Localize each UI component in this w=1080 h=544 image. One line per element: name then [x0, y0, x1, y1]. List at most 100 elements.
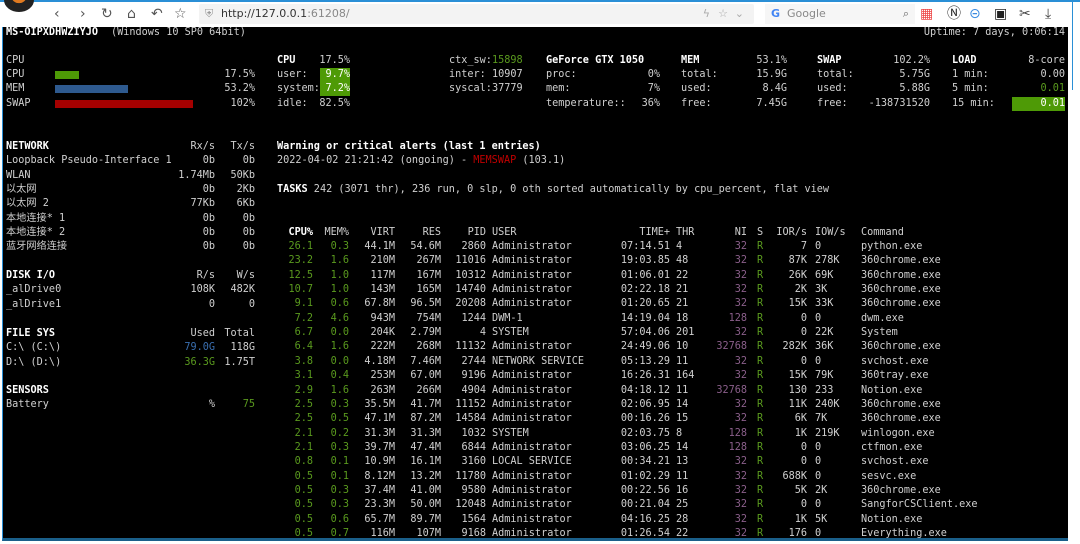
process-ior: 11K	[788, 398, 807, 410]
process-iow: 2K	[815, 484, 828, 496]
bookmark-star-icon[interactable]: ☆	[174, 5, 187, 23]
process-user: Administrator	[492, 470, 572, 482]
column-header-virt[interactable]: VIRT	[353, 227, 395, 239]
process-user: LOCAL SERVICE	[492, 456, 572, 468]
process-iow: 0	[815, 241, 822, 252]
process-user: Administrator	[492, 255, 572, 267]
alerts-title: Warning or critical alerts (last 1 entri…	[277, 141, 541, 152]
network-row-tx: 0b	[242, 241, 255, 253]
swap-percent: 102.2%	[893, 55, 930, 66]
process-res: 41.0M	[410, 484, 441, 496]
process-res: 41.7M	[410, 398, 441, 410]
network-row-rx: 0b	[202, 183, 215, 195]
home-icon[interactable]: ⌂	[127, 5, 136, 23]
fs-title: FILE SYS	[6, 328, 56, 339]
process-ni: 32	[734, 470, 747, 482]
inter-label: inter:	[449, 69, 486, 80]
process-ni: 32	[734, 413, 747, 425]
quicklook-title: CPU	[6, 55, 25, 66]
mem-used-label: used:	[681, 83, 712, 94]
process-ior: 0	[800, 312, 807, 324]
process-ni: 32	[734, 513, 747, 525]
process-iow: 36K	[815, 341, 834, 353]
apps-grid-icon[interactable]: ▦	[920, 5, 933, 23]
process-pid: 9196	[461, 370, 486, 382]
back-icon[interactable]: ‹	[54, 5, 60, 23]
process-ior: 176	[788, 528, 807, 539]
download-icon[interactable]: ⤓	[1045, 5, 1051, 23]
process-virt: 943M	[370, 312, 395, 324]
process-time: 03:06.25	[620, 441, 670, 453]
column-header-cmd[interactable]: Command	[861, 227, 1068, 239]
process-virt: 117M	[370, 269, 395, 281]
process-iow: 0	[815, 456, 822, 468]
process-ior: 1K	[794, 427, 807, 439]
lightning-icon[interactable]: ϟ	[703, 4, 710, 24]
process-time: 05:13.29	[620, 355, 670, 367]
cpu-user-value: 9.7%	[320, 68, 350, 82]
column-header-iow[interactable]: IOW/s	[815, 227, 855, 239]
column-header-pid[interactable]: PID	[443, 227, 486, 239]
minus-circle-icon[interactable]: ⊝	[969, 5, 981, 23]
process-time: 02:03.75	[620, 427, 670, 439]
process-iow: 0	[815, 470, 822, 482]
scissors-icon[interactable]: ✂	[1019, 5, 1031, 23]
search-box[interactable]: G Google ⌕	[765, 4, 915, 24]
network-row-name: 以太网	[6, 183, 37, 195]
process-time: 24:49.06	[620, 341, 670, 353]
column-header-cpu[interactable]: CPU%	[263, 227, 313, 239]
magnifier-icon[interactable]: ⌕	[903, 4, 909, 24]
process-virt: 37.4M	[364, 484, 395, 496]
process-res: 50.0M	[410, 499, 441, 511]
quicklook-label: SWAP	[6, 97, 31, 109]
process-res: 96.5M	[410, 298, 441, 310]
browser-logo[interactable]	[4, 0, 34, 12]
address-bar[interactable]: ⛨ http://127.0.0.1:61208/ ϟ ☆ ⌄	[199, 4, 754, 24]
process-ior: 2K	[794, 284, 807, 296]
swap-used-label: used:	[817, 83, 848, 94]
process-cpu: 12.5	[288, 269, 313, 281]
process-time: 57:04.06	[620, 327, 670, 339]
os-info: (Windows 10 SP0 64bit)	[111, 27, 246, 38]
process-mem: 1.6	[330, 255, 349, 267]
process-ni: 32	[734, 284, 747, 296]
column-header-ni[interactable]: NI	[703, 227, 747, 239]
process-cmd: 360chrome.exe	[861, 398, 941, 410]
swap-free-value: -138731520	[868, 98, 930, 109]
process-virt: 253M	[370, 370, 395, 382]
process-ni: 32768	[716, 341, 747, 353]
process-mem: 0.6	[330, 298, 349, 310]
swap-title: SWAP	[817, 55, 842, 66]
network-row-rx: 0b	[202, 226, 215, 238]
undo-icon[interactable]: ↶	[151, 5, 163, 23]
network-row-tx: 0b	[242, 155, 255, 167]
forward-icon[interactable]: ›	[80, 5, 86, 23]
network-row-tx: 2Kb	[236, 183, 255, 195]
process-cpu: 10.7	[288, 284, 313, 296]
chevron-down-icon[interactable]: ⌄	[735, 4, 744, 24]
process-user: Administrator	[492, 413, 572, 425]
process-user: DWM-1	[492, 312, 523, 324]
alert-type: MEMSWAP	[473, 155, 517, 166]
disk-row-name: _alDrive0	[6, 284, 62, 296]
column-header-mem[interactable]: MEM%	[313, 227, 349, 239]
process-user: Administrator	[492, 528, 572, 539]
process-iow: 69K	[815, 269, 834, 281]
network-row-rx: 0b	[202, 241, 215, 253]
notion-icon[interactable]: Ⓝ	[947, 5, 961, 23]
mem-free-label: free:	[681, 98, 712, 109]
process-cmd: Everything.exe	[861, 528, 947, 539]
column-header-ior[interactable]: IOR/s	[763, 227, 807, 239]
process-mem: 4.6	[330, 312, 349, 324]
star-icon[interactable]: ☆	[718, 4, 728, 24]
column-header-res[interactable]: RES	[395, 227, 441, 239]
reload-icon[interactable]: ↻	[101, 5, 113, 23]
process-mem: 0.3	[330, 441, 349, 453]
process-ior: 688K	[782, 470, 807, 482]
process-iow: 233	[815, 384, 834, 396]
fs-row-name: D:\ (D:\)	[6, 356, 62, 368]
column-header-user[interactable]: USER	[492, 227, 632, 239]
extension-icon[interactable]: ▣	[994, 5, 1007, 23]
column-header-time[interactable]: TIME+	[613, 227, 670, 239]
window-border	[1072, 0, 1073, 90]
